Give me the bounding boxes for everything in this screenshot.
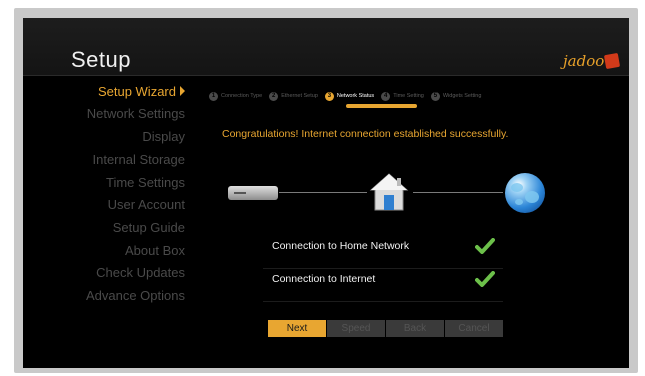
step-label: Widgets Setting — [442, 93, 482, 99]
connector-line — [279, 192, 367, 193]
next-button[interactable]: Next — [268, 320, 326, 337]
connection-diagram — [223, 168, 553, 218]
sidebar-item-display[interactable]: Display — [142, 129, 185, 144]
sidebar-item-network-settings[interactable]: Network Settings — [87, 106, 185, 121]
brand-logo: jadoo — [563, 52, 621, 70]
step-network-status: 3 Network Status — [324, 91, 375, 101]
wizard-buttons: Next Speed Back Cancel — [268, 320, 504, 337]
globe-icon — [505, 173, 545, 213]
status-label: Connection to Internet — [272, 273, 376, 285]
sidebar-item-advance-options[interactable]: Advance Options — [86, 288, 185, 303]
step-number: 2 — [269, 91, 279, 101]
check-icon — [475, 271, 495, 287]
step-connection-type: 1 Connection Type — [209, 91, 263, 101]
setup-screen: Setup jadoo Setup Wizard Network Setting… — [23, 18, 629, 368]
sidebar-item-internal-storage[interactable]: Internal Storage — [92, 152, 185, 167]
cancel-button[interactable]: Cancel — [445, 320, 503, 337]
check-icon — [475, 238, 495, 254]
step-number: 1 — [209, 91, 218, 101]
step-widgets-setting: 5 Widgets Setting — [430, 91, 482, 101]
step-ethernet-setup: 2 Ethernet Setup — [269, 91, 318, 101]
step-label: Time Setting — [393, 93, 424, 99]
header-bar: Setup jadoo — [23, 18, 629, 76]
status-row-home-network: Connection to Home Network — [263, 236, 503, 269]
status-row-internet: Connection to Internet — [263, 269, 503, 302]
status-label: Connection to Home Network — [272, 240, 410, 252]
logo-badge-icon — [604, 52, 621, 70]
step-label: Connection Type — [221, 93, 263, 99]
success-message: Congratulations! Internet connection est… — [222, 128, 509, 140]
step-number: 4 — [381, 91, 391, 101]
active-step-indicator — [346, 104, 417, 108]
step-number: 3 — [324, 91, 334, 101]
sidebar-item-time-settings[interactable]: Time Settings — [106, 175, 185, 190]
page-title: Setup — [71, 47, 131, 72]
sidebar-item-check-updates[interactable]: Check Updates — [96, 265, 185, 280]
connector-line — [413, 192, 503, 193]
speed-button[interactable]: Speed — [327, 320, 385, 337]
sidebar-item-about-box[interactable]: About Box — [125, 243, 185, 258]
step-label: Network Status — [336, 93, 375, 99]
chevron-right-icon — [180, 86, 185, 96]
sidebar-item-setup-wizard[interactable]: Setup Wizard — [98, 84, 185, 99]
step-number: 5 — [430, 91, 440, 101]
router-icon — [228, 186, 278, 200]
back-button[interactable]: Back — [386, 320, 444, 337]
step-time-setting: 4 Time Setting — [381, 91, 424, 101]
step-label: Ethernet Setup — [281, 93, 318, 99]
sidebar-item-user-account[interactable]: User Account — [108, 197, 185, 212]
home-icon — [369, 173, 409, 211]
sidebar-item-setup-guide[interactable]: Setup Guide — [113, 220, 185, 235]
wizard-steps: 1 Connection Type 2 Ethernet Setup 3 Net… — [209, 90, 488, 102]
logo-text: jadoo — [563, 52, 605, 70]
connection-status-list: Connection to Home Network Connection to… — [263, 236, 503, 302]
